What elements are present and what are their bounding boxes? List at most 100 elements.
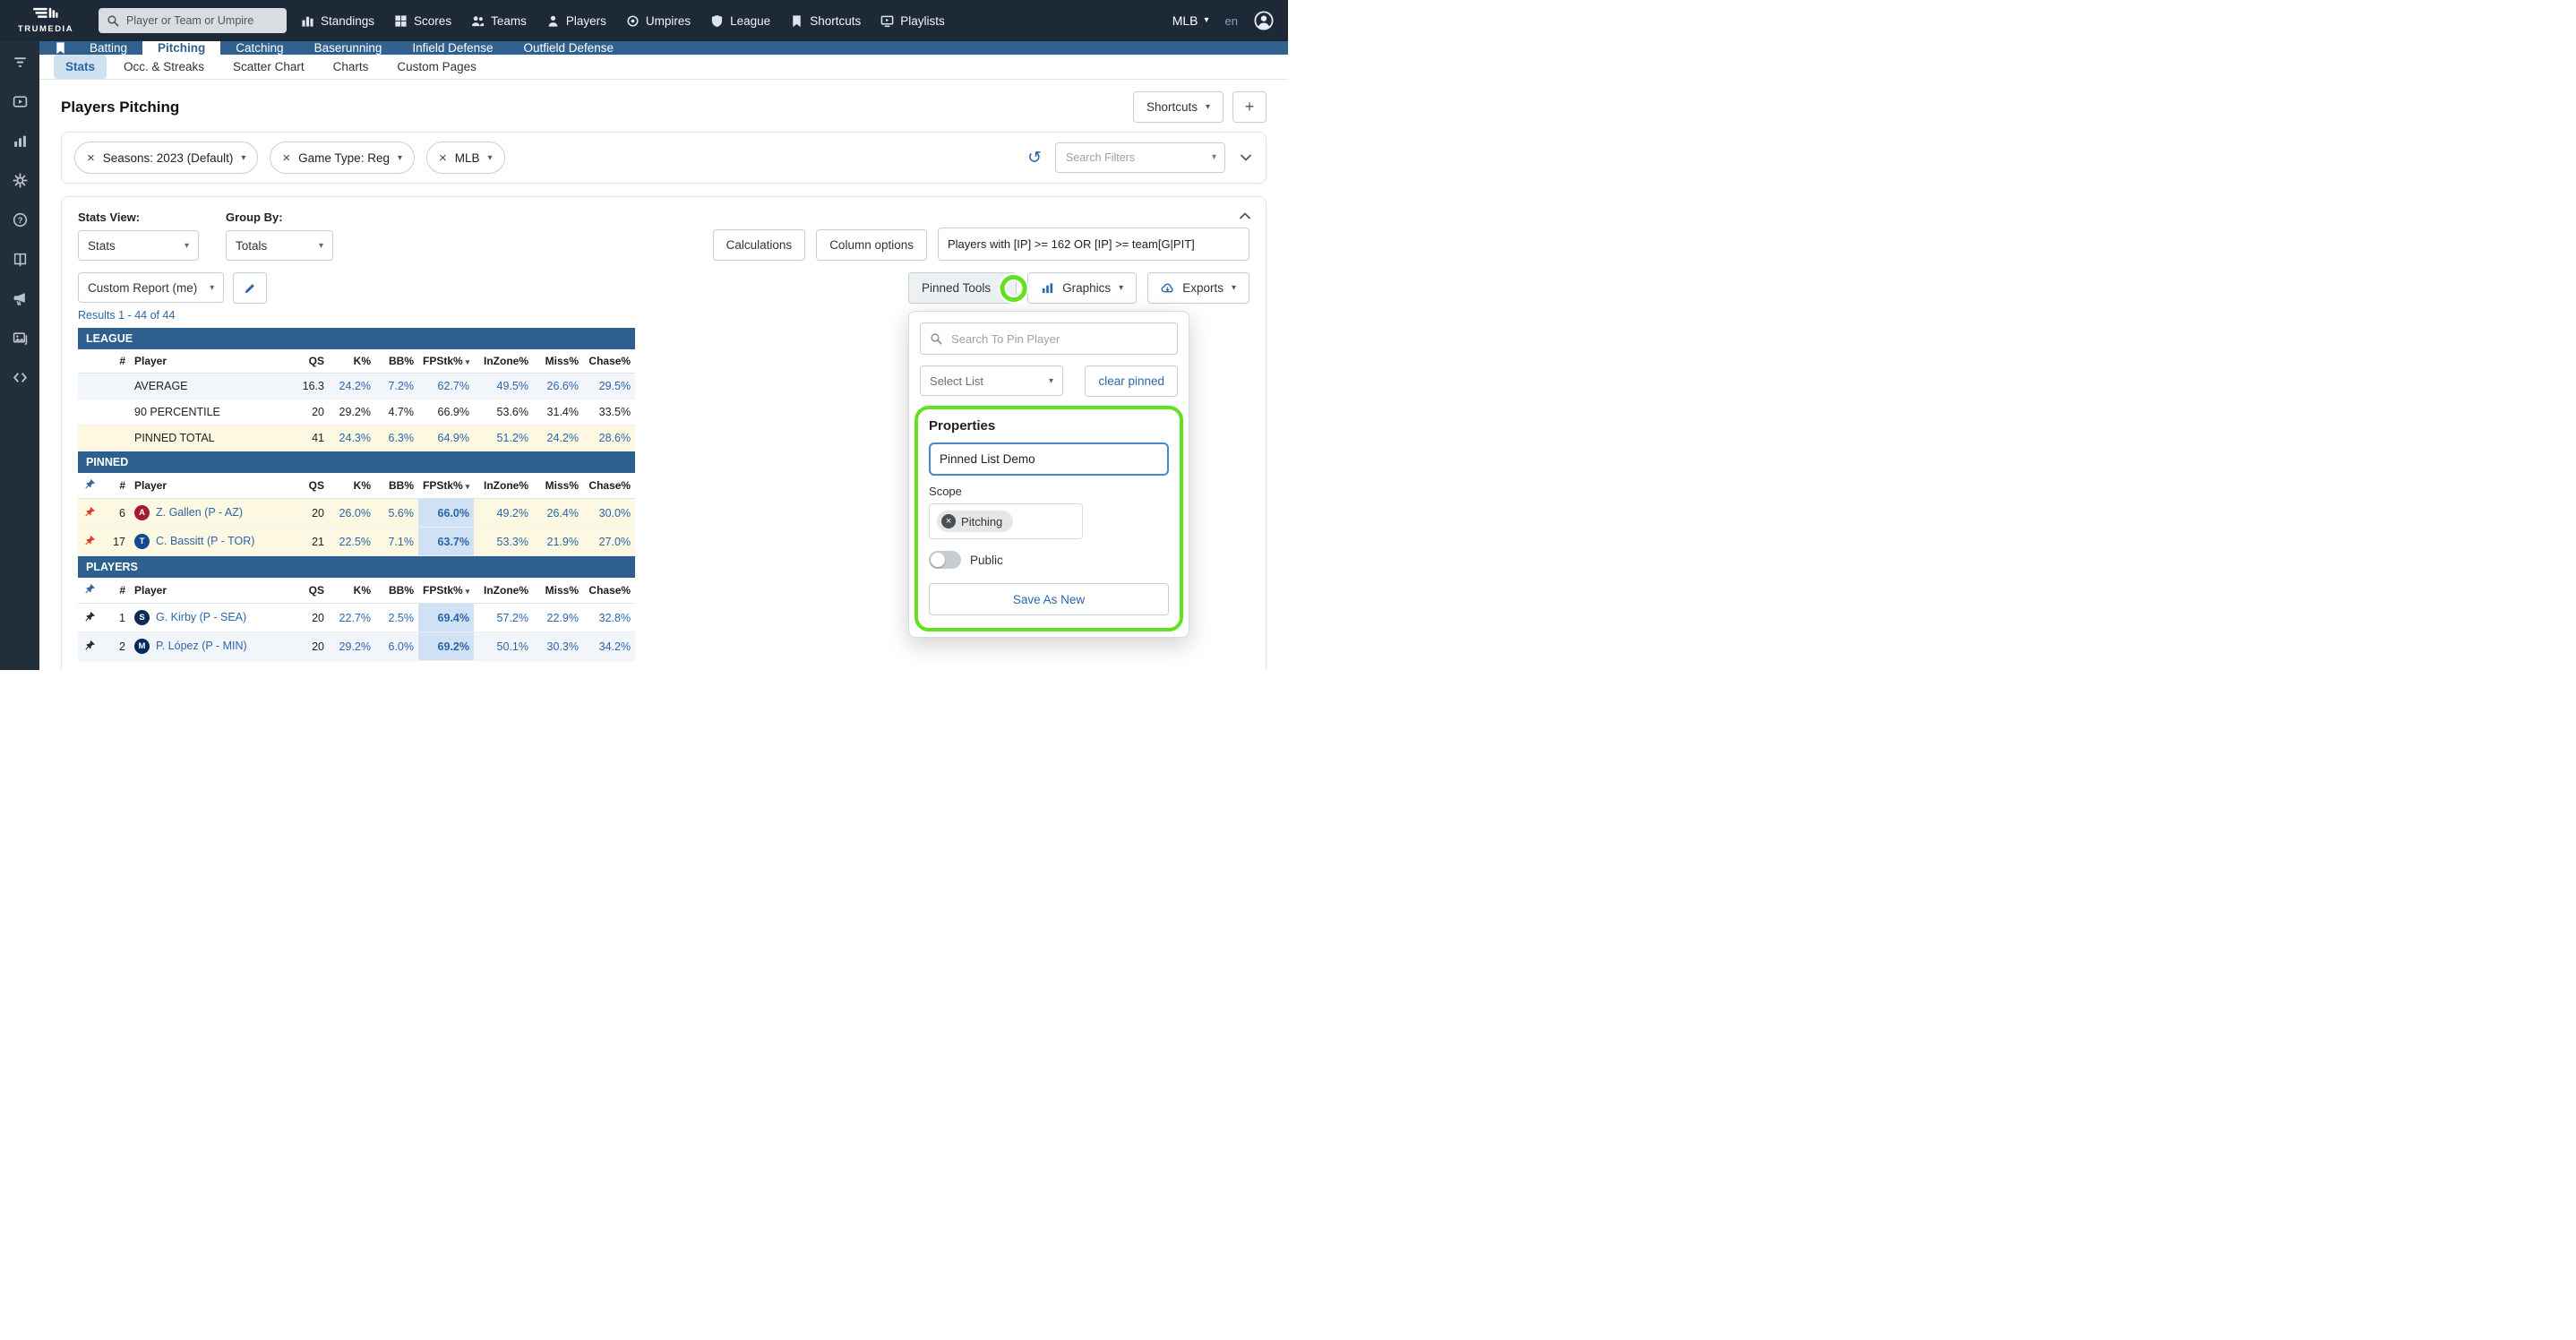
filters-search[interactable]: ▾: [1055, 142, 1225, 173]
sidebar-item-settings[interactable]: [13, 173, 28, 188]
graphics-button[interactable]: Graphics ▾: [1027, 272, 1137, 304]
topbar-item-teams[interactable]: Teams: [471, 14, 527, 28]
stat-cell[interactable]: 62.7%: [418, 374, 474, 399]
topbar-item-standings[interactable]: Standings: [301, 14, 374, 28]
filter-chip-mlb[interactable]: ×MLB▾: [426, 142, 505, 174]
column-header-bb[interactable]: BB%: [375, 349, 418, 374]
topbar-search[interactable]: [99, 8, 287, 33]
column-header-chase[interactable]: Chase%: [583, 349, 635, 374]
stat-cell[interactable]: 24.2%: [533, 425, 583, 451]
chevron-up-icon[interactable]: [1238, 209, 1252, 223]
trumedia-logo[interactable]: TRUMEDIA: [7, 7, 84, 34]
column-header-rank[interactable]: #: [101, 578, 130, 604]
stat-cell[interactable]: 50.1%: [474, 632, 533, 661]
pin-icon[interactable]: [84, 611, 96, 623]
topbar-item-scores[interactable]: Scores: [394, 14, 451, 28]
column-header-bb[interactable]: BB%: [375, 578, 418, 604]
stat-cell[interactable]: 29.5%: [583, 374, 635, 399]
pinned-tools-button[interactable]: Pinned Tools ▾: [908, 272, 1017, 304]
shortcuts-button[interactable]: Shortcuts ▾: [1133, 91, 1224, 123]
section-band-pinned[interactable]: PINNED: [78, 451, 635, 474]
stat-cell[interactable]: 2.5%: [375, 604, 418, 632]
column-header-fpstk[interactable]: FPStk%▾: [418, 349, 474, 374]
view-tab-custom-pages[interactable]: Custom Pages: [385, 55, 488, 79]
tab-catching[interactable]: Catching: [220, 41, 298, 55]
query-filter-input[interactable]: [938, 228, 1249, 261]
close-icon[interactable]: ×: [282, 151, 290, 165]
sidebar-item-help[interactable]: [13, 212, 28, 228]
add-shortcut-button[interactable]: +: [1232, 91, 1267, 123]
section-band-players[interactable]: PLAYERS: [78, 556, 635, 579]
pin-icon[interactable]: [84, 583, 96, 595]
column-header-inzone[interactable]: InZone%: [474, 473, 533, 499]
player-link[interactable]: G. Kirby (P - SEA): [156, 611, 246, 623]
stat-cell[interactable]: 69.4%: [418, 604, 474, 632]
locale-label[interactable]: en: [1225, 14, 1238, 28]
remove-scope-icon[interactable]: ×: [941, 514, 956, 528]
stat-cell[interactable]: 24.3%: [329, 425, 375, 451]
view-tab-stats[interactable]: Stats: [54, 55, 107, 79]
column-options-button[interactable]: Column options: [816, 229, 927, 261]
column-header-k[interactable]: K%: [329, 349, 375, 374]
sidebar-item-charts[interactable]: [13, 133, 28, 149]
clear-pinned-button[interactable]: clear pinned: [1085, 365, 1178, 397]
stat-cell[interactable]: 57.2%: [474, 604, 533, 632]
topbar-item-umpires[interactable]: Umpires: [626, 14, 691, 28]
stat-cell[interactable]: 22.5%: [329, 528, 375, 556]
tab-infield-defense[interactable]: Infield Defense: [397, 41, 508, 55]
column-header-miss[interactable]: Miss%: [533, 473, 583, 499]
column-header-player[interactable]: Player: [130, 349, 288, 374]
sidebar-item-video[interactable]: [13, 94, 28, 109]
pin-icon[interactable]: [84, 478, 96, 490]
stat-cell[interactable]: 21.9%: [533, 528, 583, 556]
stat-cell[interactable]: 49.2%: [474, 499, 533, 528]
calculations-button[interactable]: Calculations: [713, 229, 806, 261]
column-header-player[interactable]: Player: [130, 578, 288, 604]
column-header-bb[interactable]: BB%: [375, 473, 418, 499]
stat-cell[interactable]: 49.5%: [474, 374, 533, 399]
stat-cell[interactable]: 63.7%: [418, 528, 474, 556]
results-count-link[interactable]: Results 1 - 44 of 44: [78, 309, 175, 322]
topbar-item-shortcuts[interactable]: Shortcuts: [790, 14, 861, 28]
column-header-k[interactable]: K%: [329, 473, 375, 499]
avatar-icon[interactable]: [1254, 11, 1274, 30]
save-as-new-button[interactable]: Save As New: [929, 583, 1169, 615]
column-header-fpstk[interactable]: FPStk%▾: [418, 473, 474, 499]
stat-cell[interactable]: 26.0%: [329, 499, 375, 528]
stat-cell[interactable]: 51.2%: [474, 425, 533, 451]
stat-cell[interactable]: 29.2%: [329, 632, 375, 661]
column-header-miss[interactable]: Miss%: [533, 578, 583, 604]
pin-icon[interactable]: [84, 506, 96, 518]
pin-player-search-input[interactable]: [949, 331, 1168, 347]
bookmark-icon[interactable]: [54, 41, 67, 55]
sidebar-item-announcements[interactable]: [13, 291, 28, 306]
stat-cell[interactable]: 22.7%: [329, 604, 375, 632]
view-tab-occ-streaks[interactable]: Occ. & Streaks: [112, 55, 216, 79]
player-link[interactable]: Z. Gallen (P - AZ): [156, 506, 243, 519]
stat-cell[interactable]: 7.1%: [375, 528, 418, 556]
tab-baserunning[interactable]: Baserunning: [299, 41, 398, 55]
select-list-dropdown[interactable]: Select List ▾: [920, 365, 1063, 396]
global-search-input[interactable]: [125, 13, 279, 28]
league-select[interactable]: MLB ▾: [1172, 13, 1209, 28]
player-link[interactable]: P. López (P - MIN): [156, 640, 247, 652]
stat-cell[interactable]: 24.2%: [329, 374, 375, 399]
filter-chip-seasons-2023-default[interactable]: ×Seasons: 2023 (Default)▾: [74, 142, 258, 174]
column-header-qs[interactable]: QS: [288, 578, 329, 604]
stat-cell[interactable]: 7.2%: [375, 374, 418, 399]
stat-cell[interactable]: 26.6%: [533, 374, 583, 399]
filter-chip-game-type-reg[interactable]: ×Game Type: Reg▾: [270, 142, 415, 174]
stat-cell[interactable]: 6.3%: [375, 425, 418, 451]
stat-cell[interactable]: 27.0%: [583, 528, 635, 556]
view-tab-scatter-chart[interactable]: Scatter Chart: [221, 55, 316, 79]
sidebar-item-media[interactable]: [13, 331, 28, 346]
player-link[interactable]: C. Bassitt (P - TOR): [156, 535, 254, 547]
stat-cell[interactable]: 5.6%: [375, 499, 418, 528]
column-header-inzone[interactable]: InZone%: [474, 578, 533, 604]
topbar-item-playlists[interactable]: Playlists: [880, 14, 945, 28]
public-toggle[interactable]: [929, 551, 961, 569]
stat-cell[interactable]: 64.9%: [418, 425, 474, 451]
search-filters-input[interactable]: [1064, 150, 1212, 165]
edit-report-button[interactable]: [233, 272, 267, 304]
close-icon[interactable]: ×: [87, 151, 95, 165]
